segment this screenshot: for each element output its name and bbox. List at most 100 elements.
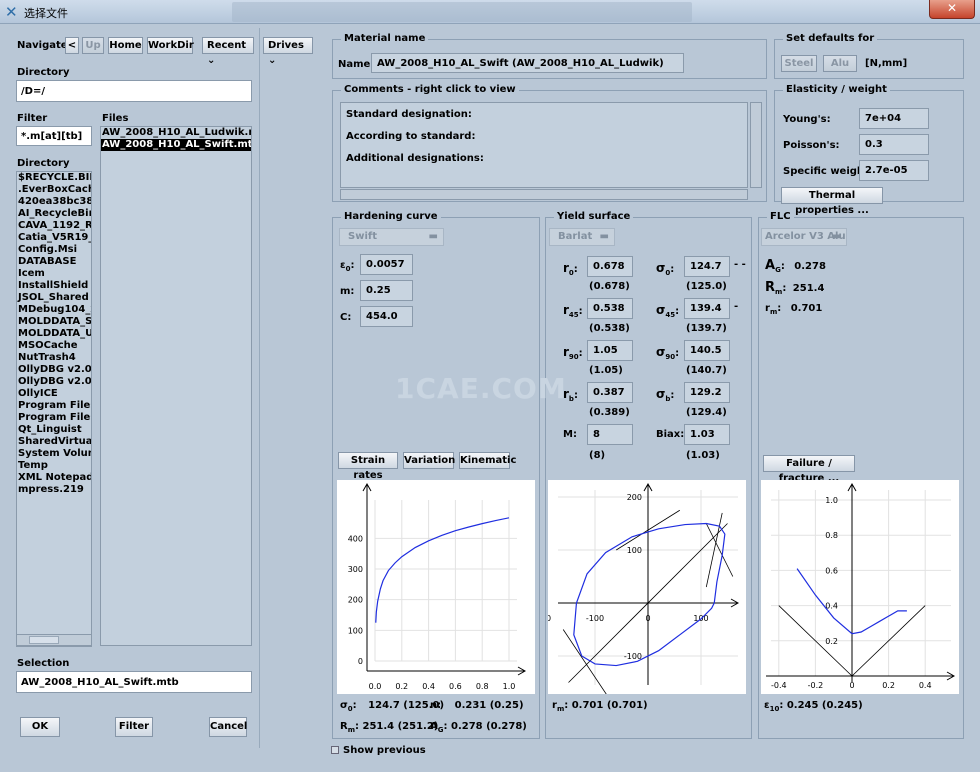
youngs-field[interactable]: 7e+04 [859, 108, 929, 129]
directory-item[interactable]: System Volume [17, 448, 91, 460]
poisson-field[interactable]: 0.3 [859, 134, 929, 155]
directory-item[interactable]: CAVA_1192_R19 [17, 220, 91, 232]
recent-dropdown[interactable]: Recent ⌄ [202, 37, 254, 66]
yield-model-value: Barlat [558, 231, 593, 242]
show-previous-checkbox[interactable] [331, 746, 339, 754]
flc-ag-sub: G [775, 266, 781, 274]
comments-textarea[interactable]: Standard designation: According to stand… [340, 102, 748, 188]
files-list[interactable]: AW_2008_H10_AL_Ludwik.mtb AW_2008_H10_AL… [100, 126, 252, 646]
r45-label: r45: [563, 303, 583, 319]
rb-field[interactable]: 0.387 [587, 382, 633, 403]
file-item-swift-selected[interactable]: AW_2008_H10_AL_Swift.mtb [101, 139, 251, 151]
directory-item[interactable]: Config.Msi [17, 244, 91, 256]
m-field[interactable]: 0.25 [360, 280, 413, 301]
steel-button[interactable]: Steel [781, 55, 817, 72]
directory-item[interactable]: Qt_Linguist [17, 424, 91, 436]
directory-item[interactable]: XML Notepad 20 [17, 472, 91, 484]
thermal-properties-button[interactable]: Thermal properties ... [781, 187, 883, 216]
scrollbar-thumb[interactable] [29, 636, 59, 644]
hardening-model-select[interactable]: Swift ▬ [339, 228, 444, 246]
directory-item[interactable]: OllyDBG v2.01 Fi [17, 364, 91, 376]
directory-item[interactable]: OllyICE [17, 388, 91, 400]
directory-item[interactable]: MSOCache [17, 340, 91, 352]
sigma45-field[interactable]: 139.4 [684, 298, 730, 319]
r0-field[interactable]: 0.678 [587, 256, 633, 277]
variation-button[interactable]: Variation [403, 452, 455, 469]
r45-field[interactable]: 0.538 [587, 298, 633, 319]
directory-item[interactable]: 420ea38bc3860d [17, 196, 91, 208]
r0-label: r0: [563, 261, 578, 277]
directory-item[interactable]: Program Files [17, 400, 91, 412]
ok-button[interactable]: OK [20, 717, 60, 737]
directory-item[interactable]: MDebug104_x64 [17, 304, 91, 316]
hardening-plot: 0 100 200 300 400 0.0 0.2 0.4 0.6 0.8 1.0 [337, 480, 535, 694]
c-field[interactable]: 454.0 [360, 306, 413, 327]
directory-item[interactable]: DATABASE [17, 256, 91, 268]
alu-button[interactable]: Alu [823, 55, 857, 72]
failure-fracture-button[interactable]: Failure / fracture ... [763, 455, 855, 484]
epsilon-sub: 10 [769, 705, 780, 713]
directory-item[interactable]: Icem [17, 268, 91, 280]
directory-item[interactable]: $RECYCLE.BIN [17, 172, 91, 184]
directory-item[interactable]: .EverBoxCache [17, 184, 91, 196]
sigma0-field[interactable]: 124.7 [684, 256, 730, 277]
directory-item[interactable]: Program Files (x [17, 412, 91, 424]
sigma-symbol: σ [656, 261, 666, 275]
n-value: 0.231 (0.25) [454, 700, 524, 711]
sigmab-field[interactable]: 129.2 [684, 382, 730, 403]
x-tick-label: 0.0 [369, 682, 382, 691]
sigma45-previous: (139.7) [686, 323, 727, 334]
strain-rates-button[interactable]: Strain rates [338, 452, 398, 481]
directory-input[interactable]: /D=/ [16, 80, 252, 102]
directory-item[interactable]: JSOL_Shared [17, 292, 91, 304]
sigma90-field[interactable]: 140.5 [684, 340, 730, 361]
directory-item[interactable]: MOLDDATA_USI [17, 328, 91, 340]
home-button[interactable]: Home [108, 37, 143, 54]
directory-list[interactable]: $RECYCLE.BIN.EverBoxCache420ea38bc3860dA… [16, 171, 92, 647]
directory-item[interactable]: InstallShield 200 [17, 280, 91, 292]
selection-label: Selection [17, 658, 70, 669]
directory-item[interactable]: AI_RecycleBin [17, 208, 91, 220]
directory-item[interactable]: MOLDDATA_SV [17, 316, 91, 328]
comments-vertical-scrollbar[interactable] [750, 102, 762, 188]
title-bar-background [232, 2, 692, 22]
elasticity-title: Elasticity / weight [783, 84, 890, 95]
sigma-sub: b [665, 395, 671, 403]
kinematic-button[interactable]: Kinematic [459, 452, 516, 469]
yield-surface-title: Yield surface [554, 211, 634, 222]
filter-input[interactable]: *.m[at][tb] [16, 126, 92, 146]
directory-item[interactable]: mpress.219 [17, 484, 91, 496]
r90-field[interactable]: 1.05 [587, 340, 633, 361]
up-button[interactable]: Up [82, 37, 104, 54]
flc-r-value: 0.701 [790, 303, 823, 314]
directory-item[interactable]: OllyDBG v2.01h l [17, 376, 91, 388]
comment-line-according: According to standard: [346, 131, 476, 142]
flc-ag-row: AG: 0.278 [765, 258, 826, 274]
filter-button[interactable]: Filter [115, 717, 153, 737]
material-name-field[interactable]: AW_2008_H10_AL_Swift (AW_2008_H10_AL_Lud… [371, 53, 684, 73]
epsilon-sub: 0 [345, 265, 351, 273]
biax-field[interactable]: 1.03 [684, 424, 730, 445]
directory-item[interactable]: SharedVirtualMa [17, 436, 91, 448]
m-exponent-field[interactable]: 8 [587, 424, 633, 445]
sigma-sub: 45 [665, 311, 676, 319]
r45-previous: (0.538) [589, 323, 630, 334]
selection-input[interactable]: AW_2008_H10_AL_Swift.mtb [16, 671, 252, 693]
yield-model-select[interactable]: Barlat ▬ [549, 228, 615, 246]
specific-weight-field[interactable]: 2.7e-05 [859, 160, 929, 181]
epsilon0-field[interactable]: 0.0057 [360, 254, 413, 275]
drives-dropdown[interactable]: Drives ⌄ [263, 37, 313, 66]
workdir-button[interactable]: WorkDir [147, 37, 194, 54]
directory-list-scrollbar[interactable] [16, 634, 92, 646]
close-button[interactable]: ✕ [929, 0, 975, 19]
biax-previous: (1.03) [686, 450, 720, 461]
directory-item[interactable]: Catia_V5R19_Ca [17, 232, 91, 244]
flc-model-select[interactable]: Arcelor V3 Alu ▬ [761, 228, 847, 246]
back-button[interactable]: < [65, 37, 79, 54]
cancel-button[interactable]: Cancel [209, 717, 247, 737]
comments-horizontal-scrollbar[interactable] [340, 189, 748, 200]
y-tick-label: 200 [627, 493, 642, 502]
file-item-ludwik[interactable]: AW_2008_H10_AL_Ludwik.mtb [101, 127, 251, 139]
directory-item[interactable]: Temp [17, 460, 91, 472]
directory-item[interactable]: NutTrash4 [17, 352, 91, 364]
